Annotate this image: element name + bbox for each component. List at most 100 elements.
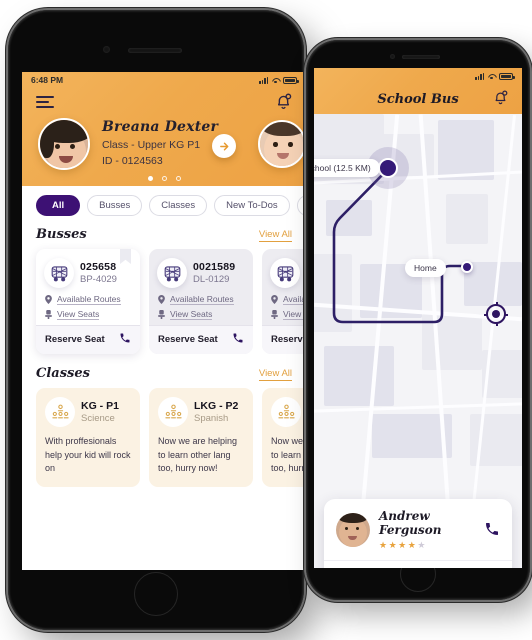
school-label: School (12.5 KM) [314, 159, 380, 177]
phone-icon[interactable] [232, 332, 244, 347]
view-seats-link[interactable]: View Seats [262, 309, 306, 320]
reserve-seat-button[interactable]: Reserve Seat [45, 334, 105, 345]
class-name: LKG - P2 [194, 400, 239, 412]
location-pin-icon [158, 295, 165, 304]
battery-icon [283, 76, 299, 84]
driver-identity: Andrew Ferguson ★ ★ ★ ★ ★ [379, 509, 475, 551]
seat-icon [158, 310, 165, 319]
section-title-busses: Busses [36, 227, 87, 242]
wifi-icon [487, 73, 496, 80]
bus-icon [157, 258, 187, 288]
bus-card-footer[interactable]: Reserve Seat [149, 325, 253, 354]
filter-chip-new-to-dos[interactable]: New To-Dos [214, 195, 290, 216]
carousel-dot-3[interactable] [175, 176, 181, 181]
location-pin-icon [45, 295, 52, 304]
bus-card[interactable]: 0021589 DL-0129 Available Routes View Se… [149, 249, 253, 354]
carousel-dot-2[interactable] [161, 176, 167, 181]
app-screen-tracking: School Bus hool (12.5 KM) Home Andrew Fe… [314, 68, 522, 568]
my-location-icon[interactable] [484, 302, 508, 326]
students-group-icon [271, 397, 301, 427]
battery-icon [499, 72, 515, 80]
star-2-icon: ★ [388, 540, 397, 550]
view-seats-link[interactable]: View Seats [149, 309, 253, 320]
bus-card-footer[interactable]: Reserve Seat [262, 325, 306, 354]
phone-device-right: School Bus hool (12.5 KM) Home Andrew Fe… [306, 40, 530, 600]
available-routes-link[interactable]: Available Routes [149, 294, 253, 305]
reserve-seat-button[interactable]: Reserve Seat [271, 334, 306, 345]
avatar [336, 513, 370, 547]
available-routes-text: Available Routes [283, 294, 306, 305]
bus-icon [270, 258, 300, 288]
bus-plate: BP-4029 [80, 274, 117, 285]
app-screen-home: 6:48 PM Breana Dexter Class - Upper KG P… [22, 72, 306, 570]
section-title-classes: Classes [36, 366, 90, 381]
star-1-icon: ★ [379, 540, 388, 550]
call-driver-button[interactable] [484, 521, 500, 540]
class-card[interactable]: LKG - P2 Spanish Now we are helping to l… [149, 388, 253, 487]
filter-chip-busses[interactable]: Busses [87, 195, 143, 216]
available-routes-text: Available Routes [170, 294, 234, 305]
available-routes-link[interactable]: Available Routes [36, 294, 140, 305]
status-badge: ★ ★ ★ ★ ★ [379, 540, 475, 551]
busses-view-all-link[interactable]: View All [258, 229, 292, 242]
home-label: Home [405, 259, 446, 277]
signal-icon [259, 76, 268, 84]
class-card[interactable]: Now we are helping to learn other lang t… [262, 388, 306, 487]
classes-section-header: Classes View All [22, 354, 306, 385]
front-camera-icon [103, 46, 110, 53]
class-description: Now we are helping to learn other lang t… [158, 436, 238, 473]
front-camera-icon [390, 54, 395, 59]
avatar [38, 118, 90, 170]
notification-bell-icon[interactable] [493, 90, 510, 108]
filter-chip-row[interactable]: All Busses Classes New To-Dos [22, 186, 306, 222]
busses-card-list[interactable]: 025658 BP-4029 Available Routes View Sea… [22, 246, 306, 354]
phone-icon[interactable] [119, 332, 131, 347]
location-pin-icon [271, 295, 278, 304]
carousel-dot-1[interactable] [147, 176, 153, 181]
bus-card-footer[interactable]: Reserve Seat [36, 325, 140, 354]
filter-chip-overflow[interactable] [296, 195, 306, 216]
header-toolbar [22, 88, 306, 116]
student-carousel[interactable]: Breana Dexter Class - Upper KG P1 ID - 0… [22, 116, 306, 186]
students-group-icon [158, 397, 188, 427]
home-map-pin[interactable] [461, 261, 473, 273]
student-name: Breana Dexter [102, 119, 219, 136]
available-routes-link[interactable]: Available Routes [262, 294, 306, 305]
bus-number: 025658 [80, 261, 117, 273]
class-card[interactable]: KG - P1 Science With proffesionals help … [36, 388, 140, 487]
phone-device-left: 6:48 PM Breana Dexter Class - Upper KG P… [8, 10, 306, 630]
hamburger-menu-icon[interactable] [36, 96, 54, 108]
classes-view-all-link[interactable]: View All [258, 368, 292, 381]
star-5-icon: ★ [417, 540, 426, 550]
driver-name: Andrew Ferguson [379, 509, 442, 537]
student-card-active[interactable]: Breana Dexter Class - Upper KG P1 ID - 0… [38, 118, 218, 170]
arrow-right-icon[interactable] [212, 134, 236, 158]
status-indicators [475, 72, 515, 80]
home-button[interactable] [134, 572, 178, 616]
map-view[interactable]: School (12.5 KM) Home [314, 114, 522, 568]
view-seats-text: View Seats [283, 309, 306, 320]
available-routes-text: Available Routes [57, 294, 121, 305]
bus-card[interactable]: Available Routes View Seats Reserve Seat [262, 249, 306, 354]
tracking-header: School Bus [314, 68, 522, 114]
view-seats-link[interactable]: View Seats [36, 309, 140, 320]
bus-identity: 025658 BP-4029 [80, 261, 117, 285]
class-description: With proffesionals help your kid will ro… [45, 436, 131, 473]
student-face-illustration-next [260, 122, 304, 166]
bus-card-head [262, 249, 306, 294]
bus-plate: DL-0129 [193, 274, 230, 285]
notification-bell-icon[interactable] [275, 93, 292, 111]
filter-chip-all[interactable]: All [36, 195, 81, 216]
class-description: Now we are helping to learn other lang t… [271, 436, 306, 473]
classes-card-list[interactable]: KG - P1 Science With proffesionals help … [22, 385, 306, 487]
seat-icon [45, 310, 52, 319]
bus-card[interactable]: 025658 BP-4029 Available Routes View Sea… [36, 249, 140, 354]
carousel-dots[interactable] [22, 176, 306, 181]
filter-chip-classes[interactable]: Classes [149, 195, 208, 216]
avatar-next-student[interactable] [258, 120, 306, 168]
driver-info-card[interactable]: Andrew Ferguson ★ ★ ★ ★ ★ [324, 499, 512, 568]
student-id: ID - 0124563 [102, 154, 163, 167]
reserve-seat-button[interactable]: Reserve Seat [158, 334, 218, 345]
class-identity: KG - P1 Science [81, 400, 119, 424]
class-identity: LKG - P2 Spanish [194, 400, 238, 424]
